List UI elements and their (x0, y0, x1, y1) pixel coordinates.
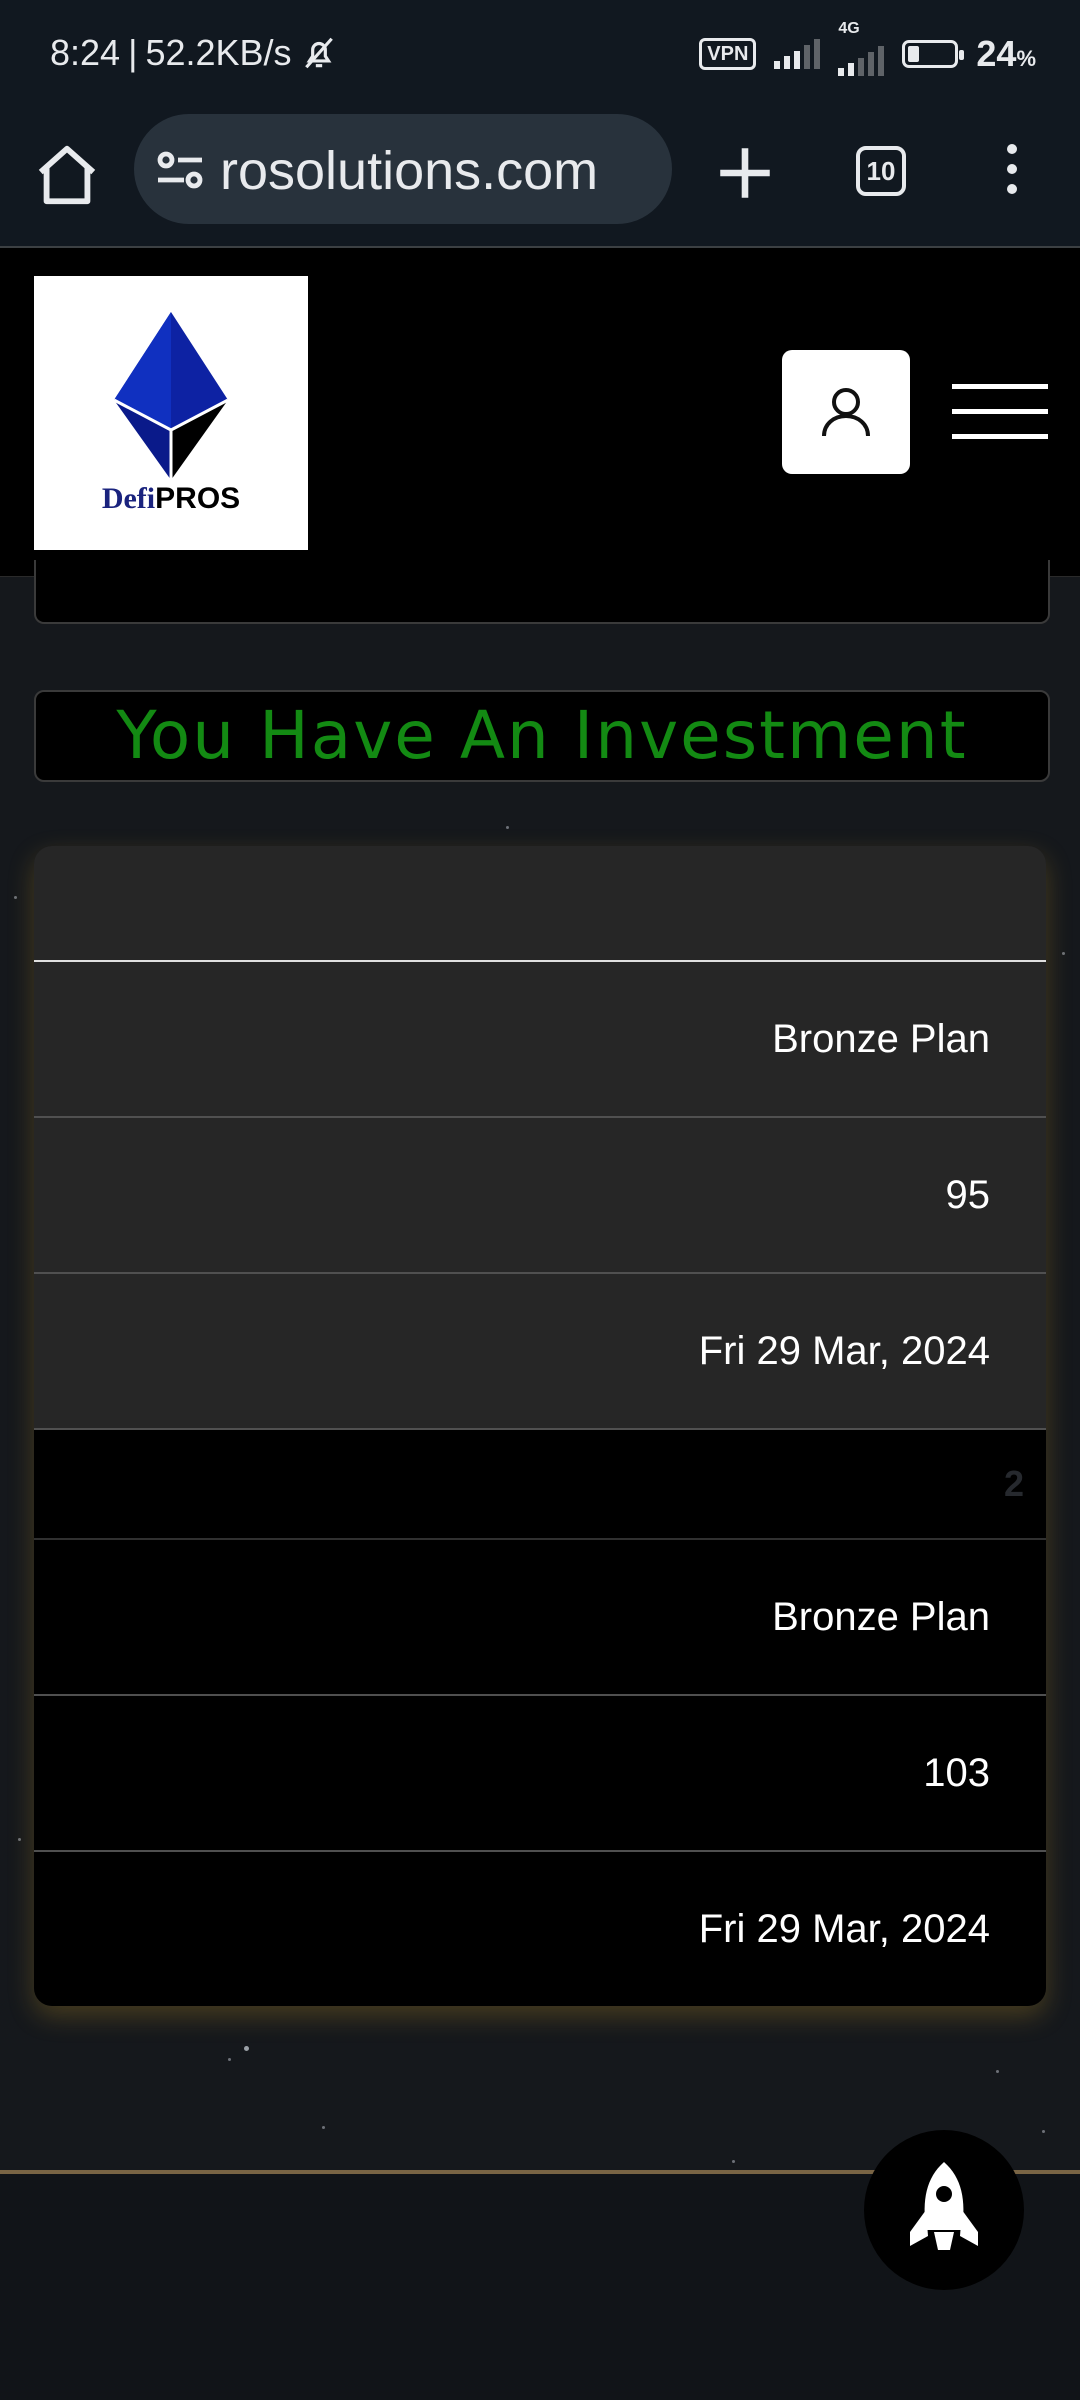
user-icon (822, 388, 870, 437)
user-account-button[interactable] (782, 350, 910, 474)
tab-switcher-button[interactable]: 10 (856, 146, 906, 196)
battery-icon (902, 40, 965, 68)
background-star (1062, 952, 1065, 955)
investment-heading: You Have An Investment (34, 690, 1050, 782)
new-tab-icon[interactable] (712, 140, 778, 206)
background-star (996, 2070, 999, 2073)
battery-percent: 24% (976, 33, 1036, 74)
investment-record: Bronze Plan 95 Fri 29 Mar, 2024 (34, 846, 1046, 1428)
status-bar: 8:24 | 52.2KB/s VPN 4G 24% (0, 0, 1080, 112)
status-left: 8:24 | 52.2KB/s (50, 32, 338, 74)
table-row-amount: 103 (34, 1694, 1046, 1850)
table-row-index (34, 846, 1046, 962)
vpn-badge: VPN (699, 38, 757, 70)
signal-icon (774, 39, 821, 69)
previous-panel (34, 560, 1050, 624)
investments-table: Bronze Plan 95 Fri 29 Mar, 2024 2 Bronze… (34, 846, 1046, 2006)
table-row-plan: Bronze Plan (34, 962, 1046, 1116)
table-row-plan: Bronze Plan (34, 1538, 1046, 1694)
table-row-index: 2 (34, 1428, 1046, 1538)
table-row-date: Fri 29 Mar, 2024 (34, 1272, 1046, 1428)
address-bar[interactable]: rosolutions.com (134, 114, 672, 224)
background-star (244, 2046, 249, 2051)
background-star (322, 2126, 325, 2129)
background-star (14, 896, 17, 899)
logo-wordmark: DefiPROS (101, 482, 241, 515)
more-menu-icon[interactable] (992, 144, 1032, 204)
ethereum-logo-icon (114, 312, 228, 480)
battery-fill (908, 46, 919, 62)
background-star (1042, 2130, 1045, 2133)
background-star (18, 1838, 21, 1841)
rocket-icon (910, 2162, 978, 2250)
signal-4g-icon: 4G (838, 20, 885, 76)
scroll-to-top-button[interactable] (864, 2130, 1024, 2290)
background-star (228, 2058, 231, 2061)
investment-record: 2 Bronze Plan 103 Fri 29 Mar, 2024 (34, 1428, 1046, 2006)
table-row-amount: 95 (34, 1116, 1046, 1272)
status-right: VPN 4G 24% (699, 20, 1036, 76)
bell-off-icon (304, 37, 333, 69)
home-icon[interactable] (32, 140, 102, 210)
hamburger-menu-icon[interactable] (952, 384, 1048, 440)
site-header: DefiPROS (0, 248, 1080, 577)
status-speed: 52.2KB/s (145, 32, 292, 73)
site-settings-icon[interactable] (154, 148, 206, 192)
url-text[interactable]: rosolutions.com (220, 140, 598, 202)
background-star (732, 2160, 735, 2163)
browser-toolbar: rosolutions.com 10 (0, 112, 1080, 248)
background-star (506, 826, 509, 829)
table-row-date: Fri 29 Mar, 2024 (34, 1850, 1046, 2006)
site-logo[interactable]: DefiPROS (34, 276, 308, 550)
status-time: 8:24 (50, 32, 121, 73)
